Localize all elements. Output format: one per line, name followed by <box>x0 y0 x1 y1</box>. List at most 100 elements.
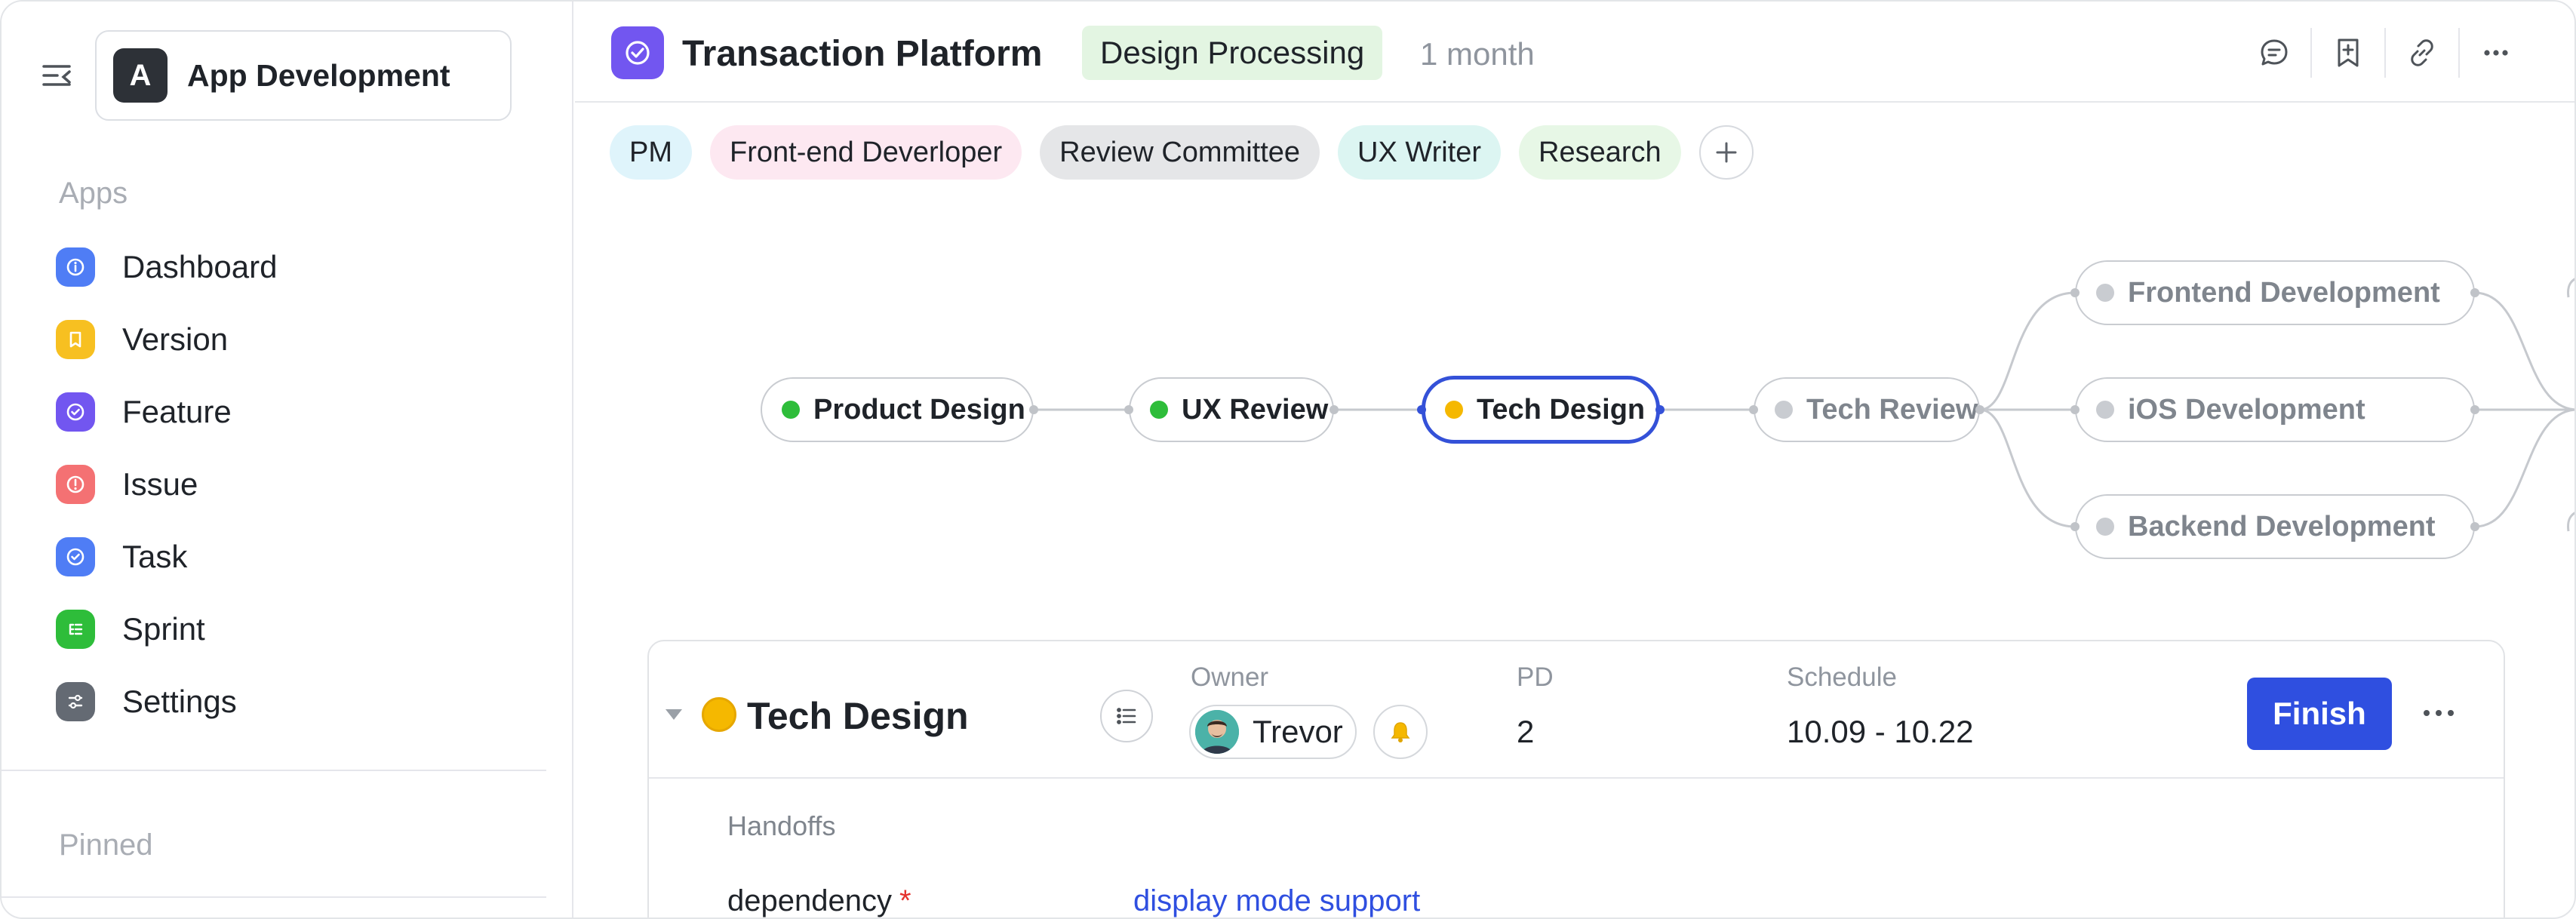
role-chip[interactable]: Research <box>1519 125 1681 180</box>
sidebar-item-label: Task <box>122 539 188 574</box>
connector-port <box>1417 405 1426 414</box>
owner-label: Owner <box>1191 662 1269 692</box>
status-dot <box>1445 401 1463 419</box>
role-chip[interactable]: PM <box>610 125 692 180</box>
task-panel: Tech Design Owner Trevor PD 2 Schedule 1… <box>647 640 2505 917</box>
sliders-icon <box>56 682 95 721</box>
connector-port <box>1029 405 1038 414</box>
owner-selector[interactable]: Trevor <box>1189 705 1357 759</box>
sidebar-item-label: Version <box>122 321 229 357</box>
sidebar-item-issue[interactable]: Issue <box>56 454 524 515</box>
flow-node-tech-design[interactable]: Tech Design <box>1422 376 1660 444</box>
sidebar: A App Development Apps Dashboard Version F… <box>2 2 573 917</box>
add-role-button[interactable] <box>1698 125 1754 180</box>
required-mark: * <box>899 884 911 917</box>
sidebar-item-sprint[interactable]: Sprint <box>56 599 524 659</box>
flow-node-label: iOS Development <box>2128 393 2365 426</box>
collapse-caret-icon[interactable] <box>666 709 682 720</box>
avatar <box>1195 710 1239 754</box>
connector-port <box>1975 405 1984 414</box>
sidebar-divider <box>2 896 546 898</box>
flow-node-label: Tech Design <box>1477 393 1646 426</box>
flow-node-product-design[interactable]: Product Design <box>761 377 1034 442</box>
more-icon[interactable] <box>2416 694 2461 732</box>
sidebar-item-label: Issue <box>122 466 198 502</box>
apps-section-title: Apps <box>59 177 128 210</box>
sidebar-item-label: Settings <box>122 684 237 719</box>
owner-name: Trevor <box>1253 714 1343 749</box>
connector-port <box>2470 288 2479 297</box>
connector-port <box>2470 405 2479 414</box>
role-chip[interactable]: Review Committee <box>1040 125 1320 180</box>
top-header: Transaction Platform Design Processing 1… <box>575 2 2574 103</box>
sidebar-item-label: Feature <box>122 394 232 429</box>
flow-node-frontend-development[interactable]: Frontend Development <box>2075 260 2475 325</box>
check-circle-icon <box>56 537 95 576</box>
status-dot <box>2096 284 2114 302</box>
connector-port <box>1749 405 1758 414</box>
connector-port <box>1655 405 1665 414</box>
connector-port <box>2070 522 2080 531</box>
connector-port <box>1329 405 1339 414</box>
checklist-icon[interactable] <box>1100 690 1153 742</box>
link-icon[interactable] <box>2386 24 2458 81</box>
comment-icon[interactable] <box>2238 24 2310 81</box>
flow-node-label: UX Review <box>1182 393 1329 426</box>
feature-app-icon <box>611 26 664 79</box>
task-title: Tech Design <box>747 695 969 737</box>
status-badge[interactable]: Design Processing <box>1082 26 1383 80</box>
collapse-sidebar-icon[interactable] <box>39 59 75 95</box>
sidebar-item-task[interactable]: Task <box>56 527 524 587</box>
pd-value[interactable]: 2 <box>1517 714 1534 750</box>
schedule-label: Schedule <box>1787 662 1897 692</box>
status-dot <box>2096 401 2114 419</box>
workspace-avatar: A <box>113 48 168 103</box>
more-icon[interactable] <box>2460 24 2532 81</box>
flow-node-tech-review[interactable]: Tech Review <box>1754 377 1980 442</box>
sidebar-item-version[interactable]: Version <box>56 309 524 370</box>
finish-button[interactable]: Finish <box>2247 678 2392 750</box>
role-chip[interactable]: UX Writer <box>1338 125 1502 180</box>
page-title: Transaction Platform <box>682 34 1043 74</box>
bell-icon[interactable] <box>1373 705 1428 759</box>
list-icon <box>56 610 95 649</box>
role-chips: PM Front-end Deverloper Review Committee… <box>610 125 1754 180</box>
flow-node-label: Frontend Development <box>2128 276 2440 309</box>
connector-port <box>2070 288 2080 297</box>
check-circle-icon <box>56 392 95 432</box>
header-toolbar <box>2238 24 2532 81</box>
status-dot <box>782 401 800 419</box>
duration-text: 1 month <box>1420 36 1535 72</box>
sidebar-item-feature[interactable]: Feature <box>56 382 524 442</box>
task-status-dot <box>702 697 736 732</box>
sidebar-item-dashboard[interactable]: Dashboard <box>56 237 524 297</box>
sidebar-item-settings[interactable]: Settings <box>56 672 524 732</box>
workspace-name: App Development <box>187 57 450 93</box>
alert-icon <box>56 465 95 504</box>
flow-node-backend-development[interactable]: Backend Development <box>2075 494 2475 559</box>
connector-port <box>2470 522 2479 531</box>
workspace-switcher[interactable]: A App Development <box>95 30 512 121</box>
workflow-diagram: Product Design UX Review Tech Design Tec… <box>575 228 2574 590</box>
handoffs-label: Handoffs <box>727 810 836 841</box>
dependency-link[interactable]: display mode support <box>1133 884 1420 917</box>
flow-node-ios-development[interactable]: iOS Development <box>2075 377 2475 442</box>
info-icon <box>56 247 95 287</box>
sidebar-item-label: Dashboard <box>122 249 278 284</box>
connector-port <box>1124 405 1133 414</box>
bookmark-add-icon[interactable] <box>2312 24 2384 81</box>
dependency-label-text: dependency <box>727 884 892 917</box>
role-chip[interactable]: Front-end Deverloper <box>710 125 1022 180</box>
flow-node-ux-review[interactable]: UX Review <box>1129 377 1334 442</box>
pinned-section-title: Pinned <box>59 828 153 862</box>
flow-node-label: Product Design <box>813 393 1025 426</box>
status-dot <box>1150 401 1168 419</box>
task-header-row: Tech Design Owner Trevor PD 2 Schedule 1… <box>649 641 2504 779</box>
sidebar-divider <box>2 770 546 771</box>
connector-port <box>2070 405 2080 414</box>
app-window: A App Development Apps Dashboard Version F… <box>0 0 2576 919</box>
schedule-value[interactable]: 10.09 - 10.22 <box>1787 714 1974 750</box>
flow-node-label: Backend Development <box>2128 510 2436 542</box>
pd-label: PD <box>1517 662 1554 692</box>
bookmark-icon <box>56 320 95 359</box>
